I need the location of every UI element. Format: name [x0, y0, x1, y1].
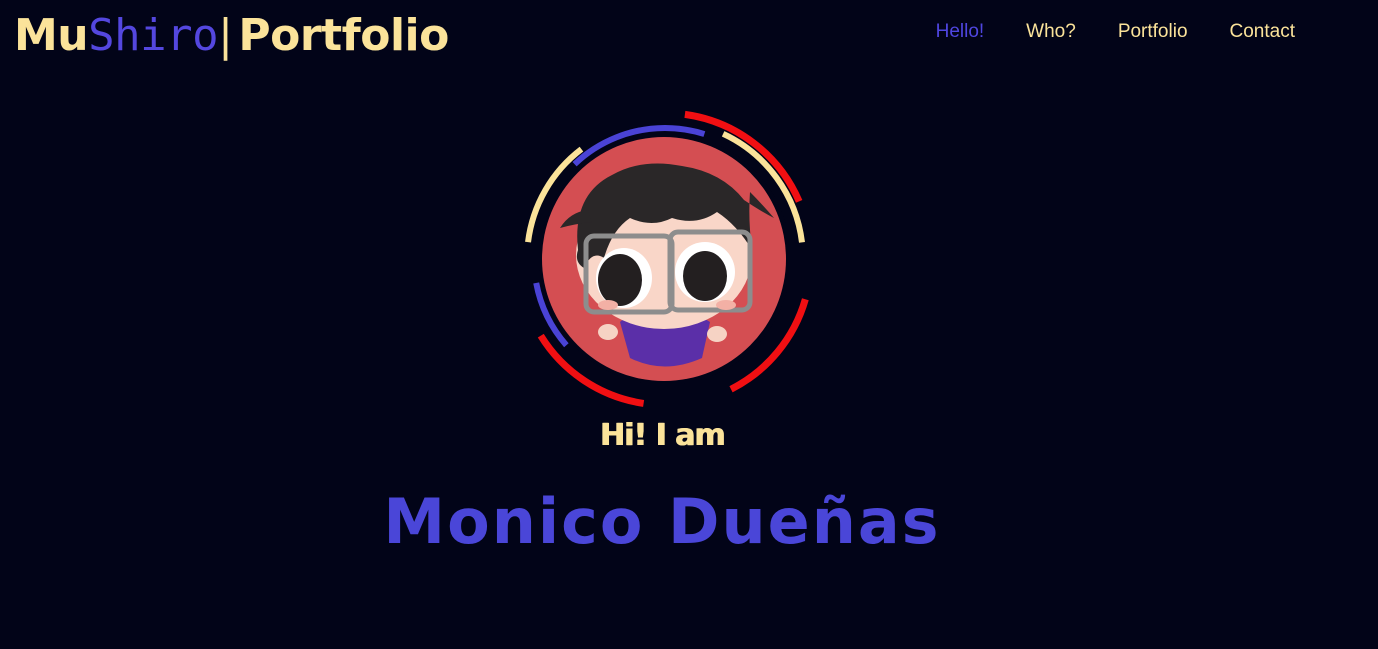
brand-part-portfolio: Portfolio	[238, 10, 449, 61]
avatar	[512, 100, 818, 418]
main-nav: Hello! Who? Portfolio Contact	[915, 20, 1316, 44]
hero-greeting: Hi! I am	[599, 418, 726, 453]
brand-logo[interactable]: MuShiro| Portfolio	[14, 8, 449, 64]
brand-separator: |	[218, 10, 233, 61]
nav-item-who[interactable]: Who?	[1005, 20, 1097, 44]
brand-part-shiro: Shiro	[88, 10, 219, 61]
nav-item-contact[interactable]: Contact	[1209, 20, 1316, 44]
nav-item-hello[interactable]: Hello!	[915, 20, 1006, 44]
brand-part-mu: Mu	[14, 10, 89, 61]
hero-name: Monico Dueñas	[383, 485, 941, 558]
nav-item-portfolio[interactable]: Portfolio	[1097, 20, 1209, 44]
avatar-icon	[515, 109, 815, 409]
